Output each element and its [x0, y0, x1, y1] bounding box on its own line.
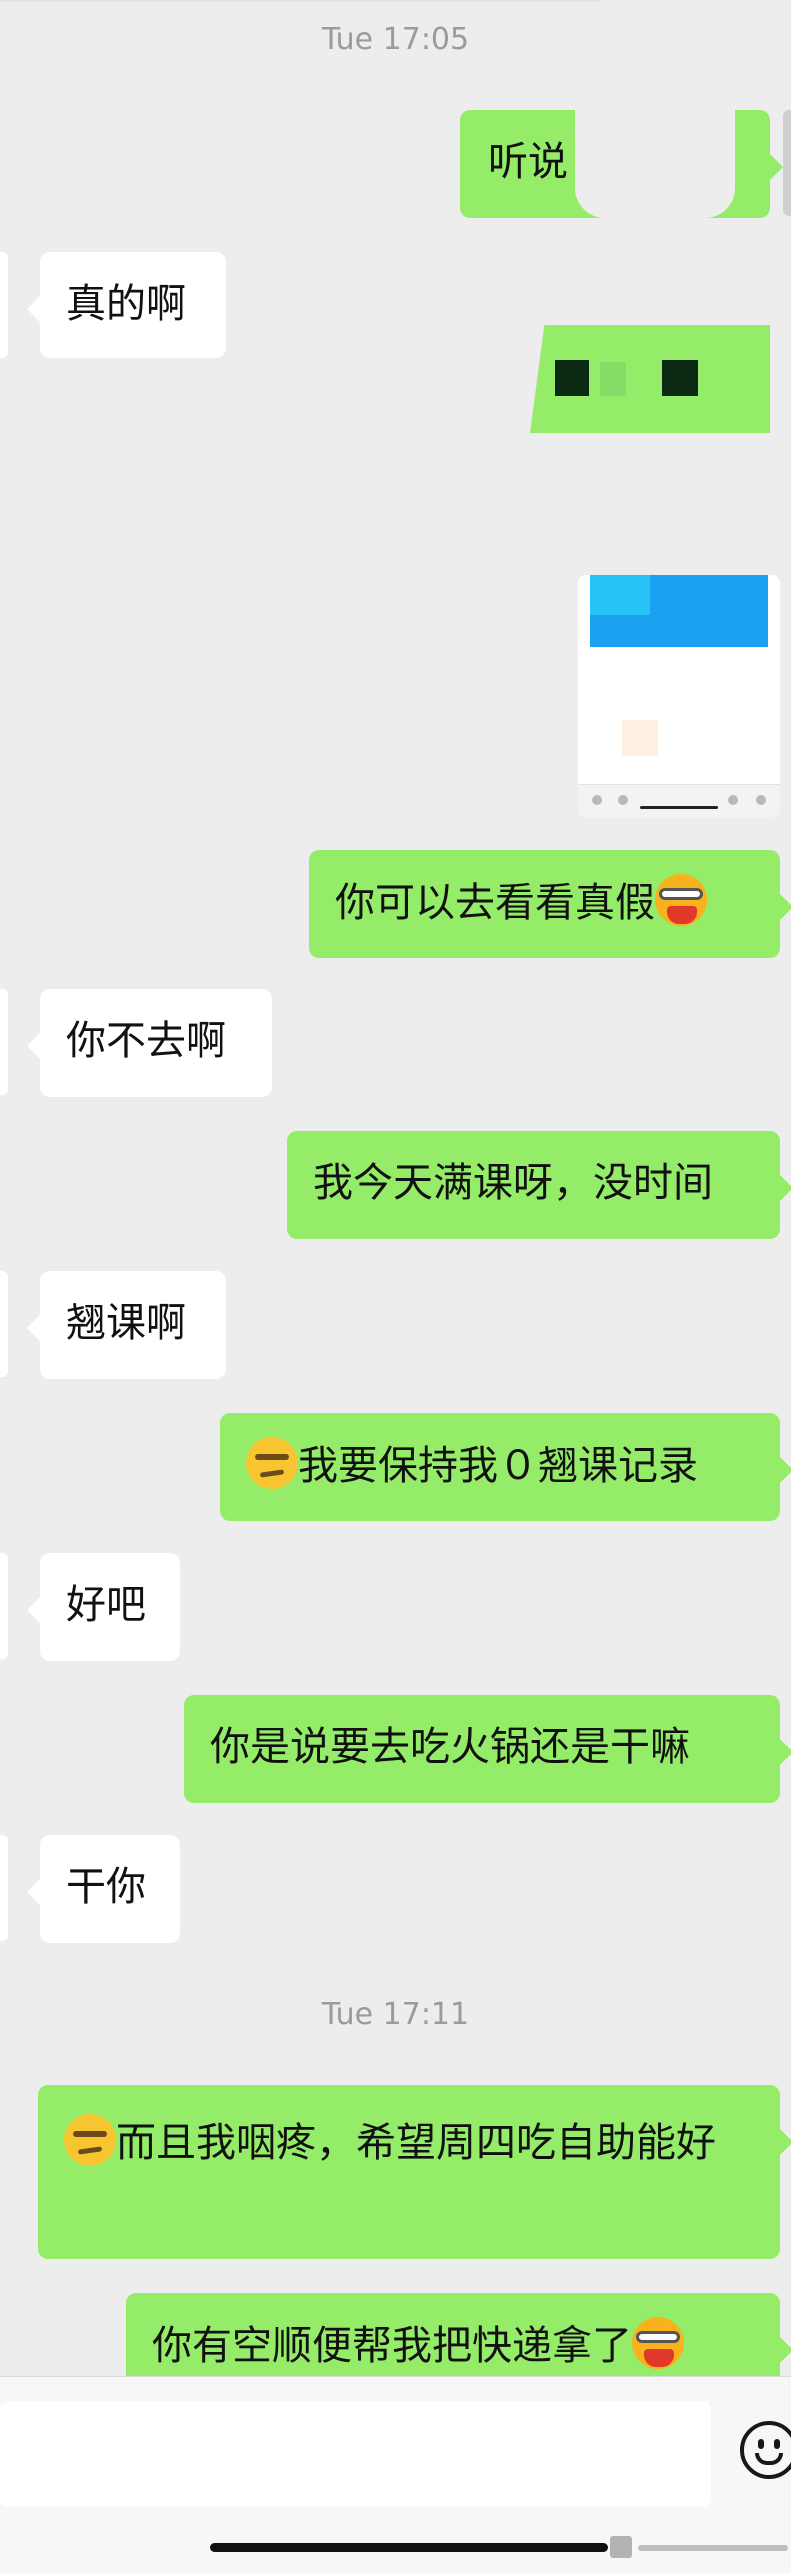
message-text: 而且我咽疼，希望周四吃自助能好 — [116, 2120, 716, 2166]
smirk-emoji — [246, 1437, 298, 1489]
message-bubble-incoming[interactable]: 你不去啊 — [27, 989, 272, 1097]
settings-icon — [756, 795, 766, 805]
avatar-contact[interactable] — [0, 989, 8, 1095]
watermark-logo — [610, 2533, 791, 2563]
message-text: 真的啊 — [66, 281, 186, 327]
noodle-bowl-emoji — [655, 874, 707, 926]
redaction-block — [555, 360, 589, 396]
message-input[interactable] — [0, 2401, 711, 2507]
message-text: 翘课啊 — [66, 1300, 186, 1346]
message-bubble-outgoing[interactable]: 而且我咽疼，希望周四吃自助能好 — [38, 2085, 791, 2259]
timestamp: Tue 17:05 — [321, 22, 470, 57]
timestamp: Tue 17:11 — [321, 1997, 470, 2032]
redaction-mask — [575, 110, 735, 218]
noodle-bowl-emoji — [632, 2317, 684, 2369]
image-toolbar — [578, 784, 780, 817]
mic-icon — [592, 795, 602, 805]
message-bubble-outgoing[interactable]: 你是说要去吃火锅还是干嘛 — [184, 1695, 791, 1803]
message-text: 听说 — [488, 139, 568, 185]
message-bubble-outgoing[interactable]: 你可以去看看真假 — [309, 850, 791, 958]
photo-icon — [618, 795, 628, 805]
avatar-contact[interactable] — [0, 1271, 8, 1377]
message-bubble-incoming[interactable]: 真的啊 — [27, 252, 226, 358]
avatar-contact[interactable] — [0, 1553, 8, 1659]
image-content — [590, 575, 650, 615]
redaction-block — [662, 360, 698, 396]
message-text: 我今天满课呀，没时间 — [313, 1160, 713, 1206]
message-bubble-outgoing[interactable]: 我要保持我０翘课记录 — [220, 1413, 791, 1521]
avatar-contact[interactable] — [0, 1835, 8, 1941]
avatar-self[interactable] — [783, 110, 791, 216]
message-text: 我要保持我０翘课记录 — [298, 1443, 698, 1489]
message-bubble-outgoing[interactable]: 我今天满课呀，没时间 — [287, 1131, 791, 1239]
message-bubble-incoming[interactable]: 翘课啊 — [27, 1271, 226, 1379]
message-bubble-incoming[interactable]: 干你 — [27, 1835, 180, 1943]
smiley-face-icon[interactable] — [740, 2421, 791, 2479]
message-text: 你是说要去吃火锅还是干嘛 — [210, 1724, 690, 1770]
top-divider — [0, 0, 600, 2]
home-bar — [640, 806, 718, 809]
mic-icon — [728, 795, 738, 805]
home-indicator[interactable] — [210, 2543, 608, 2552]
smirk-emoji — [64, 2114, 116, 2166]
message-text: 你可以去看看真假 — [335, 880, 655, 926]
redaction-block — [600, 362, 626, 396]
image-message[interactable] — [578, 575, 780, 817]
message-bubble-incoming[interactable]: 好吧 — [27, 1553, 180, 1661]
message-text: 你有空顺便帮我把快递拿了 — [152, 2323, 632, 2369]
message-text: 干你 — [66, 1864, 146, 1910]
avatar-contact[interactable] — [0, 252, 8, 358]
message-text: 你不去啊 — [66, 1018, 226, 1064]
message-text: 好吧 — [66, 1582, 146, 1628]
image-content — [622, 720, 658, 756]
